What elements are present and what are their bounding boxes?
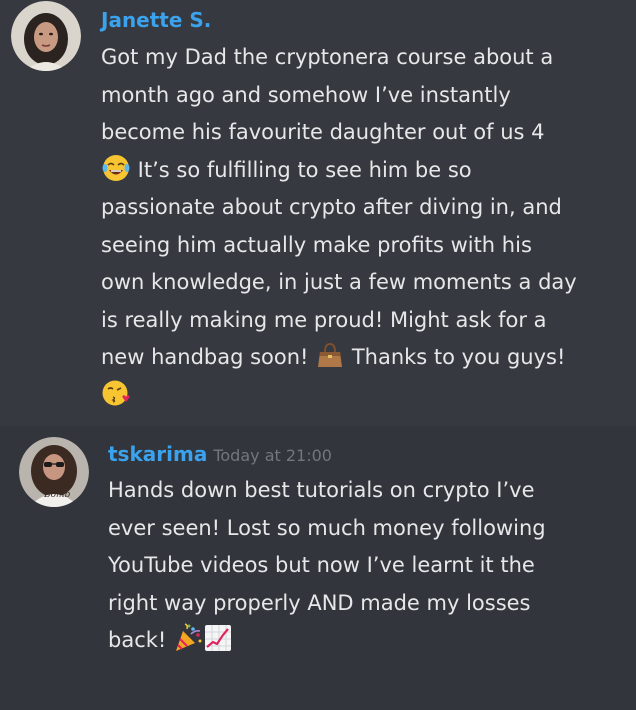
handbag-emoji bbox=[315, 340, 345, 370]
message-header: Janette S. bbox=[101, 6, 211, 34]
message-line: ever seen! Lost so much money following bbox=[108, 515, 546, 540]
message-line: month ago and somehow I’ve instantly bbox=[101, 82, 511, 107]
message-header: tskarima Today at 21:00 bbox=[108, 440, 332, 470]
username[interactable]: tskarima bbox=[108, 442, 207, 466]
message-line-text: back! bbox=[108, 628, 167, 652]
message-line: is really making me proud! Might ask for… bbox=[101, 307, 547, 332]
message-line-with-emoji: new handbag soon! Thanks to you guys! bbox=[101, 339, 626, 377]
message-line-text: It’s so fulfilling to see him be so bbox=[131, 157, 472, 182]
chat-messages: Janette S. Got my Dad the cryptonera cou… bbox=[0, 0, 636, 710]
avatar-text: Bomb bbox=[43, 490, 71, 500]
message-line: Hands down best tutorials on crypto I’ve bbox=[108, 478, 535, 502]
message-content: Got my Dad the cryptonera course about a… bbox=[101, 39, 626, 414]
message-line: passionate about crypto after diving in,… bbox=[101, 195, 562, 219]
message-line-with-emoji: back! bbox=[108, 622, 628, 660]
message-line-text: new handbag soon! bbox=[101, 345, 309, 369]
avatar[interactable] bbox=[11, 1, 81, 71]
message-line-with-emoji bbox=[101, 377, 626, 415]
message-line: seeing him actually make profits with hi… bbox=[101, 232, 532, 257]
message-line-with-emoji: It’s so fulfilling to see him be so bbox=[101, 152, 626, 190]
message-content: Hands down best tutorials on crypto I’ve… bbox=[108, 472, 628, 660]
avatar[interactable]: Bomb bbox=[19, 437, 89, 507]
timestamp[interactable]: Today at 21:00 bbox=[213, 446, 332, 465]
kissing-heart-emoji bbox=[101, 378, 131, 408]
avatar-tskarima-image: Bomb bbox=[19, 437, 89, 507]
message-line: become his favourite daughter out of us … bbox=[101, 120, 545, 144]
joy-emoji bbox=[101, 153, 131, 183]
party-popper-emoji bbox=[173, 623, 203, 653]
message-janette: Janette S. Got my Dad the cryptonera cou… bbox=[0, 0, 636, 426]
username[interactable]: Janette S. bbox=[101, 8, 211, 32]
message-tskarima: Bomb tskarima Today at 21:00 Hands down b… bbox=[0, 426, 636, 710]
avatar-janette-image bbox=[11, 1, 81, 71]
message-line-text: Thanks to you guys! bbox=[345, 345, 566, 369]
message-line: YouTube videos but now I’ve learnt it th… bbox=[108, 553, 535, 577]
chart-increasing-emoji bbox=[203, 623, 233, 653]
message-line: Got my Dad the cryptonera course about a bbox=[101, 45, 554, 69]
message-line: own knowledge, in just a few moments a d… bbox=[101, 270, 577, 294]
message-line: right way properly AND made my losses bbox=[108, 590, 531, 615]
